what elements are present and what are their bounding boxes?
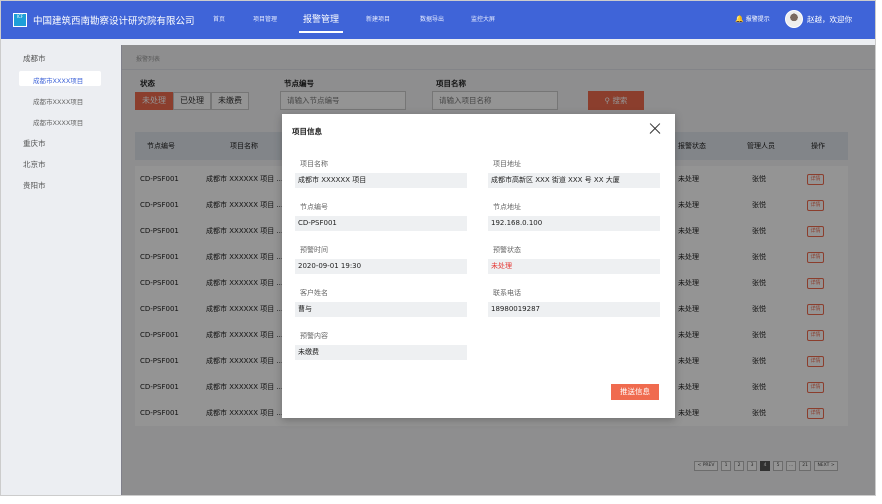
field-value-warning-status: 未处理	[488, 259, 660, 274]
field-label-project-name: 项目名称	[300, 160, 328, 168]
field-value-project-address: 成都市高新区 XXX 街道 XXX 号 XX 大厦	[488, 173, 660, 188]
nav-home[interactable]: 首页	[199, 1, 239, 39]
nav-alarm-management[interactable]: 报警管理	[291, 1, 351, 39]
field-value-project-name: 成都市 XXXXXX 项目	[295, 173, 467, 188]
field-label-warning-status: 预警状态	[493, 246, 521, 254]
nav-data-export[interactable]: 数据导出	[405, 1, 459, 39]
sidebar-project-2[interactable]: 成都市XXXX项目	[33, 96, 83, 106]
bell-icon: 🔔	[735, 15, 744, 23]
main-nav: 首页 项目管理 报警管理 新建项目 数据导出 监控大屏	[199, 1, 507, 39]
field-value-node-number: CD-PSF001	[295, 216, 467, 231]
field-label-phone: 联系电话	[493, 289, 521, 297]
nav-project-management[interactable]: 项目管理	[239, 1, 291, 39]
avatar[interactable]	[785, 10, 803, 28]
field-value-warning-time: 2020-09-01 19:30	[295, 259, 467, 274]
organization-name: 中国建筑西南勘察设计研究院有限公司	[33, 16, 195, 27]
push-info-button[interactable]: 推送信息	[611, 384, 659, 400]
field-value-node-address: 192.168.0.100	[488, 216, 660, 231]
field-label-project-address: 项目地址	[493, 160, 521, 168]
sidebar-city-chengdu[interactable]: 成都市	[23, 53, 46, 64]
close-icon[interactable]	[648, 122, 662, 136]
sidebar-city-chongqing[interactable]: 重庆市	[23, 138, 46, 149]
app-window: ICF 中国建筑西南勘察设计研究院有限公司 首页 项目管理 报警管理 新建项目 …	[0, 0, 876, 496]
field-value-warning-content: 未缴费	[295, 345, 467, 360]
sidebar-project-3[interactable]: 成都市XXXX项目	[33, 117, 83, 127]
dialog-title: 项目信息	[292, 127, 322, 136]
welcome-text: 赵越，欢迎你	[807, 15, 852, 24]
project-info-dialog: 项目信息 项目名称 成都市 XXXXXX 项目 项目地址 成都市高新区 XXX …	[282, 114, 675, 418]
field-label-warning-time: 预警时间	[300, 246, 328, 254]
alert-link[interactable]: 🔔 报警提示	[735, 14, 770, 23]
nav-monitor-screen[interactable]: 监控大屏	[459, 1, 507, 39]
field-label-warning-content: 预警内容	[300, 332, 328, 340]
logo: ICF	[13, 13, 27, 27]
field-value-customer-name: 曹与	[295, 302, 467, 317]
nav-new-project[interactable]: 新建项目	[351, 1, 405, 39]
top-bar: ICF 中国建筑西南勘察设计研究院有限公司 首页 项目管理 报警管理 新建项目 …	[1, 1, 875, 39]
alert-label: 报警提示	[745, 16, 770, 23]
field-value-phone: 18980019287	[488, 302, 660, 317]
field-label-customer-name: 客户姓名	[300, 289, 328, 297]
sidebar-city-guiyang[interactable]: 贵阳市	[23, 180, 46, 191]
field-label-node-number: 节点编号	[300, 203, 328, 211]
sidebar-project-1[interactable]: 成都市XXXX项目	[33, 75, 83, 85]
sidebar: 成都市 成都市XXXX项目 成都市XXXX项目 成都市XXXX项目 重庆市 北京…	[1, 39, 119, 495]
sidebar-city-beijing[interactable]: 北京市	[23, 159, 46, 170]
field-label-node-address: 节点地址	[493, 203, 521, 211]
